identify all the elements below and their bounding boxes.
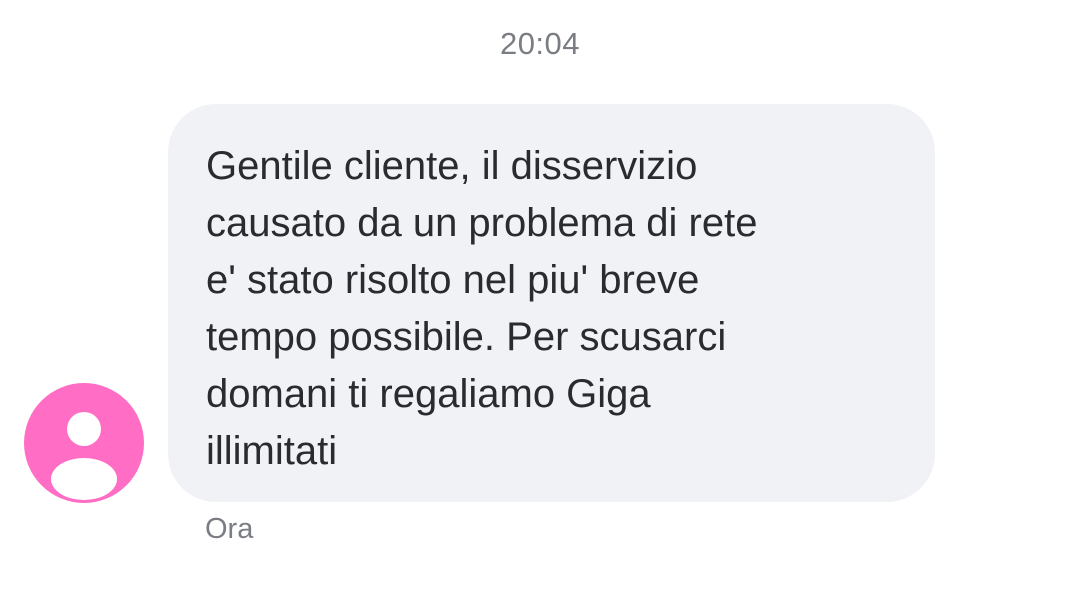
message-timestamp: 20:04 — [499, 26, 581, 61]
message-bubble[interactable]: Gentile cliente, il disservizio causato … — [168, 104, 935, 502]
message-text: Gentile cliente, il disservizio causato … — [206, 144, 758, 473]
sender-avatar[interactable] — [24, 383, 144, 503]
message-status: Ora — [205, 513, 254, 545]
conversation-view: 20:04 Gentile cliente, il disservizio ca… — [0, 0, 1080, 610]
person-icon — [51, 412, 117, 500]
